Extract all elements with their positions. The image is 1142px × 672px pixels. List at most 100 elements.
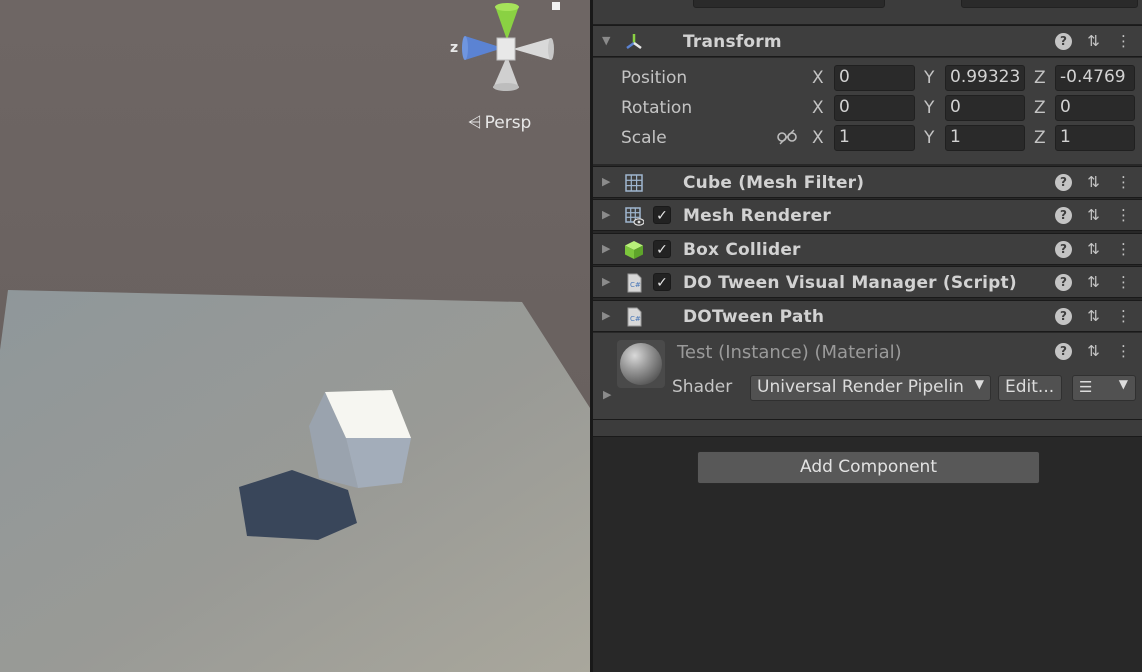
gizmo-y-cone-cap bbox=[495, 3, 519, 11]
foldout-collapsed-icon[interactable]: ▶ bbox=[602, 275, 610, 288]
material-section: Test (Instance) (Material) ? ⇅ ⋮ Shader … bbox=[593, 333, 1142, 420]
dropdown-arrow-icon: ▼ bbox=[1118, 377, 1128, 391]
gizmo-center-cube[interactable] bbox=[496, 37, 516, 61]
y-axis-label[interactable]: Y bbox=[924, 68, 934, 88]
position-row: Position X 0 Y 0.99323 Z -0.4769 bbox=[593, 65, 1142, 93]
gizmo-y-marker bbox=[552, 2, 560, 10]
more-options-icon[interactable]: ⋮ bbox=[1115, 207, 1132, 224]
mesh-renderer-icon bbox=[625, 207, 644, 226]
dotween-visual-manager-enabled-checkbox[interactable]: ✓ bbox=[653, 273, 671, 291]
scene-view[interactable]: z ⩤ Persp bbox=[0, 0, 590, 672]
more-options-icon[interactable]: ⋮ bbox=[1115, 274, 1132, 291]
svg-text:C#: C# bbox=[630, 281, 641, 289]
foldout-collapsed-icon[interactable]: ▶ bbox=[602, 208, 610, 221]
transform-title: Transform bbox=[683, 32, 782, 52]
scale-y-field[interactable]: 1 bbox=[945, 125, 1025, 151]
more-options-icon[interactable]: ⋮ bbox=[1115, 241, 1132, 258]
box-collider-enabled-checkbox[interactable]: ✓ bbox=[653, 240, 671, 258]
presets-icon[interactable]: ⇅ bbox=[1085, 241, 1102, 258]
dotween-visual-manager-header[interactable]: ▶ C# ✓ DO Tween Visual Manager (Script) … bbox=[593, 266, 1142, 298]
gizmo-x-cone-cap bbox=[548, 38, 554, 60]
foldout-expanded-icon[interactable]: ▼ bbox=[602, 34, 610, 47]
help-icon[interactable]: ? bbox=[1055, 174, 1072, 191]
edit-label: Edit... bbox=[1005, 377, 1055, 397]
scene-orientation-gizmo[interactable]: z bbox=[445, 0, 565, 100]
svg-text:C#: C# bbox=[630, 315, 641, 323]
shader-options-dropdown[interactable]: ☰ ▼ bbox=[1072, 375, 1136, 401]
rotation-x-field[interactable]: 0 bbox=[834, 95, 915, 121]
mesh-filter-header[interactable]: ▶ Cube (Mesh Filter) ? ⇅ ⋮ bbox=[593, 166, 1142, 198]
presets-icon[interactable]: ⇅ bbox=[1085, 207, 1102, 224]
gizmo-z-cone-cap bbox=[462, 36, 468, 60]
position-z-field[interactable]: -0.4769 bbox=[1055, 65, 1135, 91]
help-icon[interactable]: ? bbox=[1055, 343, 1072, 360]
foldout-collapsed-icon[interactable]: ▶ bbox=[602, 242, 610, 255]
y-axis-label[interactable]: Y bbox=[924, 128, 934, 148]
transform-header[interactable]: ▼ Transform ? ⇅ ⋮ bbox=[593, 25, 1142, 57]
presets-icon[interactable]: ⇅ bbox=[1085, 343, 1102, 360]
presets-icon[interactable]: ⇅ bbox=[1085, 33, 1102, 50]
y-axis-label[interactable]: Y bbox=[924, 98, 934, 118]
perspective-label: Persp bbox=[484, 113, 532, 133]
more-options-icon[interactable]: ⋮ bbox=[1115, 33, 1132, 50]
more-options-icon[interactable]: ⋮ bbox=[1115, 308, 1132, 325]
help-icon[interactable]: ? bbox=[1055, 308, 1072, 325]
position-label: Position bbox=[621, 68, 688, 88]
material-preview-sphere[interactable] bbox=[617, 340, 665, 388]
scene-canvas[interactable] bbox=[0, 0, 590, 672]
component-title: DOTween Path bbox=[683, 307, 825, 327]
more-options-icon[interactable]: ⋮ bbox=[1115, 343, 1132, 360]
perspective-icon: ⩤ bbox=[468, 113, 482, 133]
csharp-script-icon: C# bbox=[627, 273, 642, 293]
z-axis-label[interactable]: Z bbox=[1034, 128, 1046, 148]
dotween-path-header[interactable]: ▶ C# DOTween Path ? ⇅ ⋮ bbox=[593, 300, 1142, 332]
foldout-collapsed-icon[interactable]: ▶ bbox=[602, 175, 610, 188]
position-y-field[interactable]: 0.99323 bbox=[945, 65, 1025, 91]
presets-icon[interactable]: ⇅ bbox=[1085, 308, 1102, 325]
scale-z-field[interactable]: 1 bbox=[1055, 125, 1135, 151]
gizmo-y-cone[interactable] bbox=[495, 6, 519, 40]
box-collider-header[interactable]: ▶ ✓ Box Collider ? ⇅ ⋮ bbox=[593, 233, 1142, 265]
z-axis-label[interactable]: Z bbox=[1034, 98, 1046, 118]
help-icon[interactable]: ? bbox=[1055, 241, 1072, 258]
gizmo-down-cone-cap bbox=[493, 83, 519, 91]
transform-body: Position X 0 Y 0.99323 Z -0.4769 Rotatio… bbox=[593, 58, 1142, 164]
foldout-collapsed-icon[interactable]: ▶ bbox=[602, 309, 610, 322]
layer-dropdown[interactable] bbox=[961, 0, 1138, 8]
component-title: DO Tween Visual Manager (Script) bbox=[683, 273, 1017, 293]
shader-edit-button[interactable]: Edit... bbox=[998, 375, 1062, 401]
list-icon: ☰ bbox=[1079, 378, 1093, 396]
mesh-renderer-enabled-checkbox[interactable]: ✓ bbox=[653, 206, 671, 224]
foldout-collapsed-icon[interactable]: ▶ bbox=[603, 388, 611, 401]
more-options-icon[interactable]: ⋮ bbox=[1115, 174, 1132, 191]
tag-dropdown[interactable] bbox=[693, 0, 885, 8]
help-icon[interactable]: ? bbox=[1055, 207, 1072, 224]
material-title: Test (Instance) (Material) bbox=[677, 342, 902, 363]
scale-x-field[interactable]: 1 bbox=[834, 125, 915, 151]
help-icon[interactable]: ? bbox=[1055, 274, 1072, 291]
presets-icon[interactable]: ⇅ bbox=[1085, 274, 1102, 291]
scale-label: Scale bbox=[621, 128, 667, 148]
help-icon[interactable]: ? bbox=[1055, 33, 1072, 50]
shader-value: Universal Render Pipelin bbox=[757, 377, 964, 397]
gizmo-x-cone[interactable] bbox=[513, 38, 551, 60]
presets-icon[interactable]: ⇅ bbox=[1085, 174, 1102, 191]
section-separator bbox=[593, 420, 1142, 437]
gameobject-header-strip bbox=[593, 0, 1142, 25]
position-x-field[interactable]: 0 bbox=[834, 65, 915, 91]
x-axis-label[interactable]: X bbox=[812, 98, 824, 118]
constrain-proportions-icon[interactable] bbox=[777, 129, 797, 145]
mesh-renderer-header[interactable]: ▶ ✓ Mesh Renderer ? ⇅ ⋮ bbox=[593, 199, 1142, 231]
x-axis-label[interactable]: X bbox=[812, 128, 824, 148]
add-component-button[interactable]: Add Component bbox=[697, 451, 1040, 484]
x-axis-label[interactable]: X bbox=[812, 68, 824, 88]
perspective-toggle[interactable]: ⩤ Persp bbox=[468, 113, 531, 133]
rotation-row: Rotation X 0 Y 0 Z 0 bbox=[593, 95, 1142, 123]
rotation-z-field[interactable]: 0 bbox=[1055, 95, 1135, 121]
z-axis-label[interactable]: Z bbox=[1034, 68, 1046, 88]
shader-dropdown[interactable]: Universal Render Pipelin ▼ bbox=[750, 375, 991, 401]
component-title: Box Collider bbox=[683, 240, 801, 260]
transform-icon bbox=[626, 34, 642, 50]
inspector-panel: ▼ Transform ? ⇅ ⋮ Position X 0 Y 0.99323… bbox=[593, 0, 1142, 672]
rotation-y-field[interactable]: 0 bbox=[945, 95, 1025, 121]
